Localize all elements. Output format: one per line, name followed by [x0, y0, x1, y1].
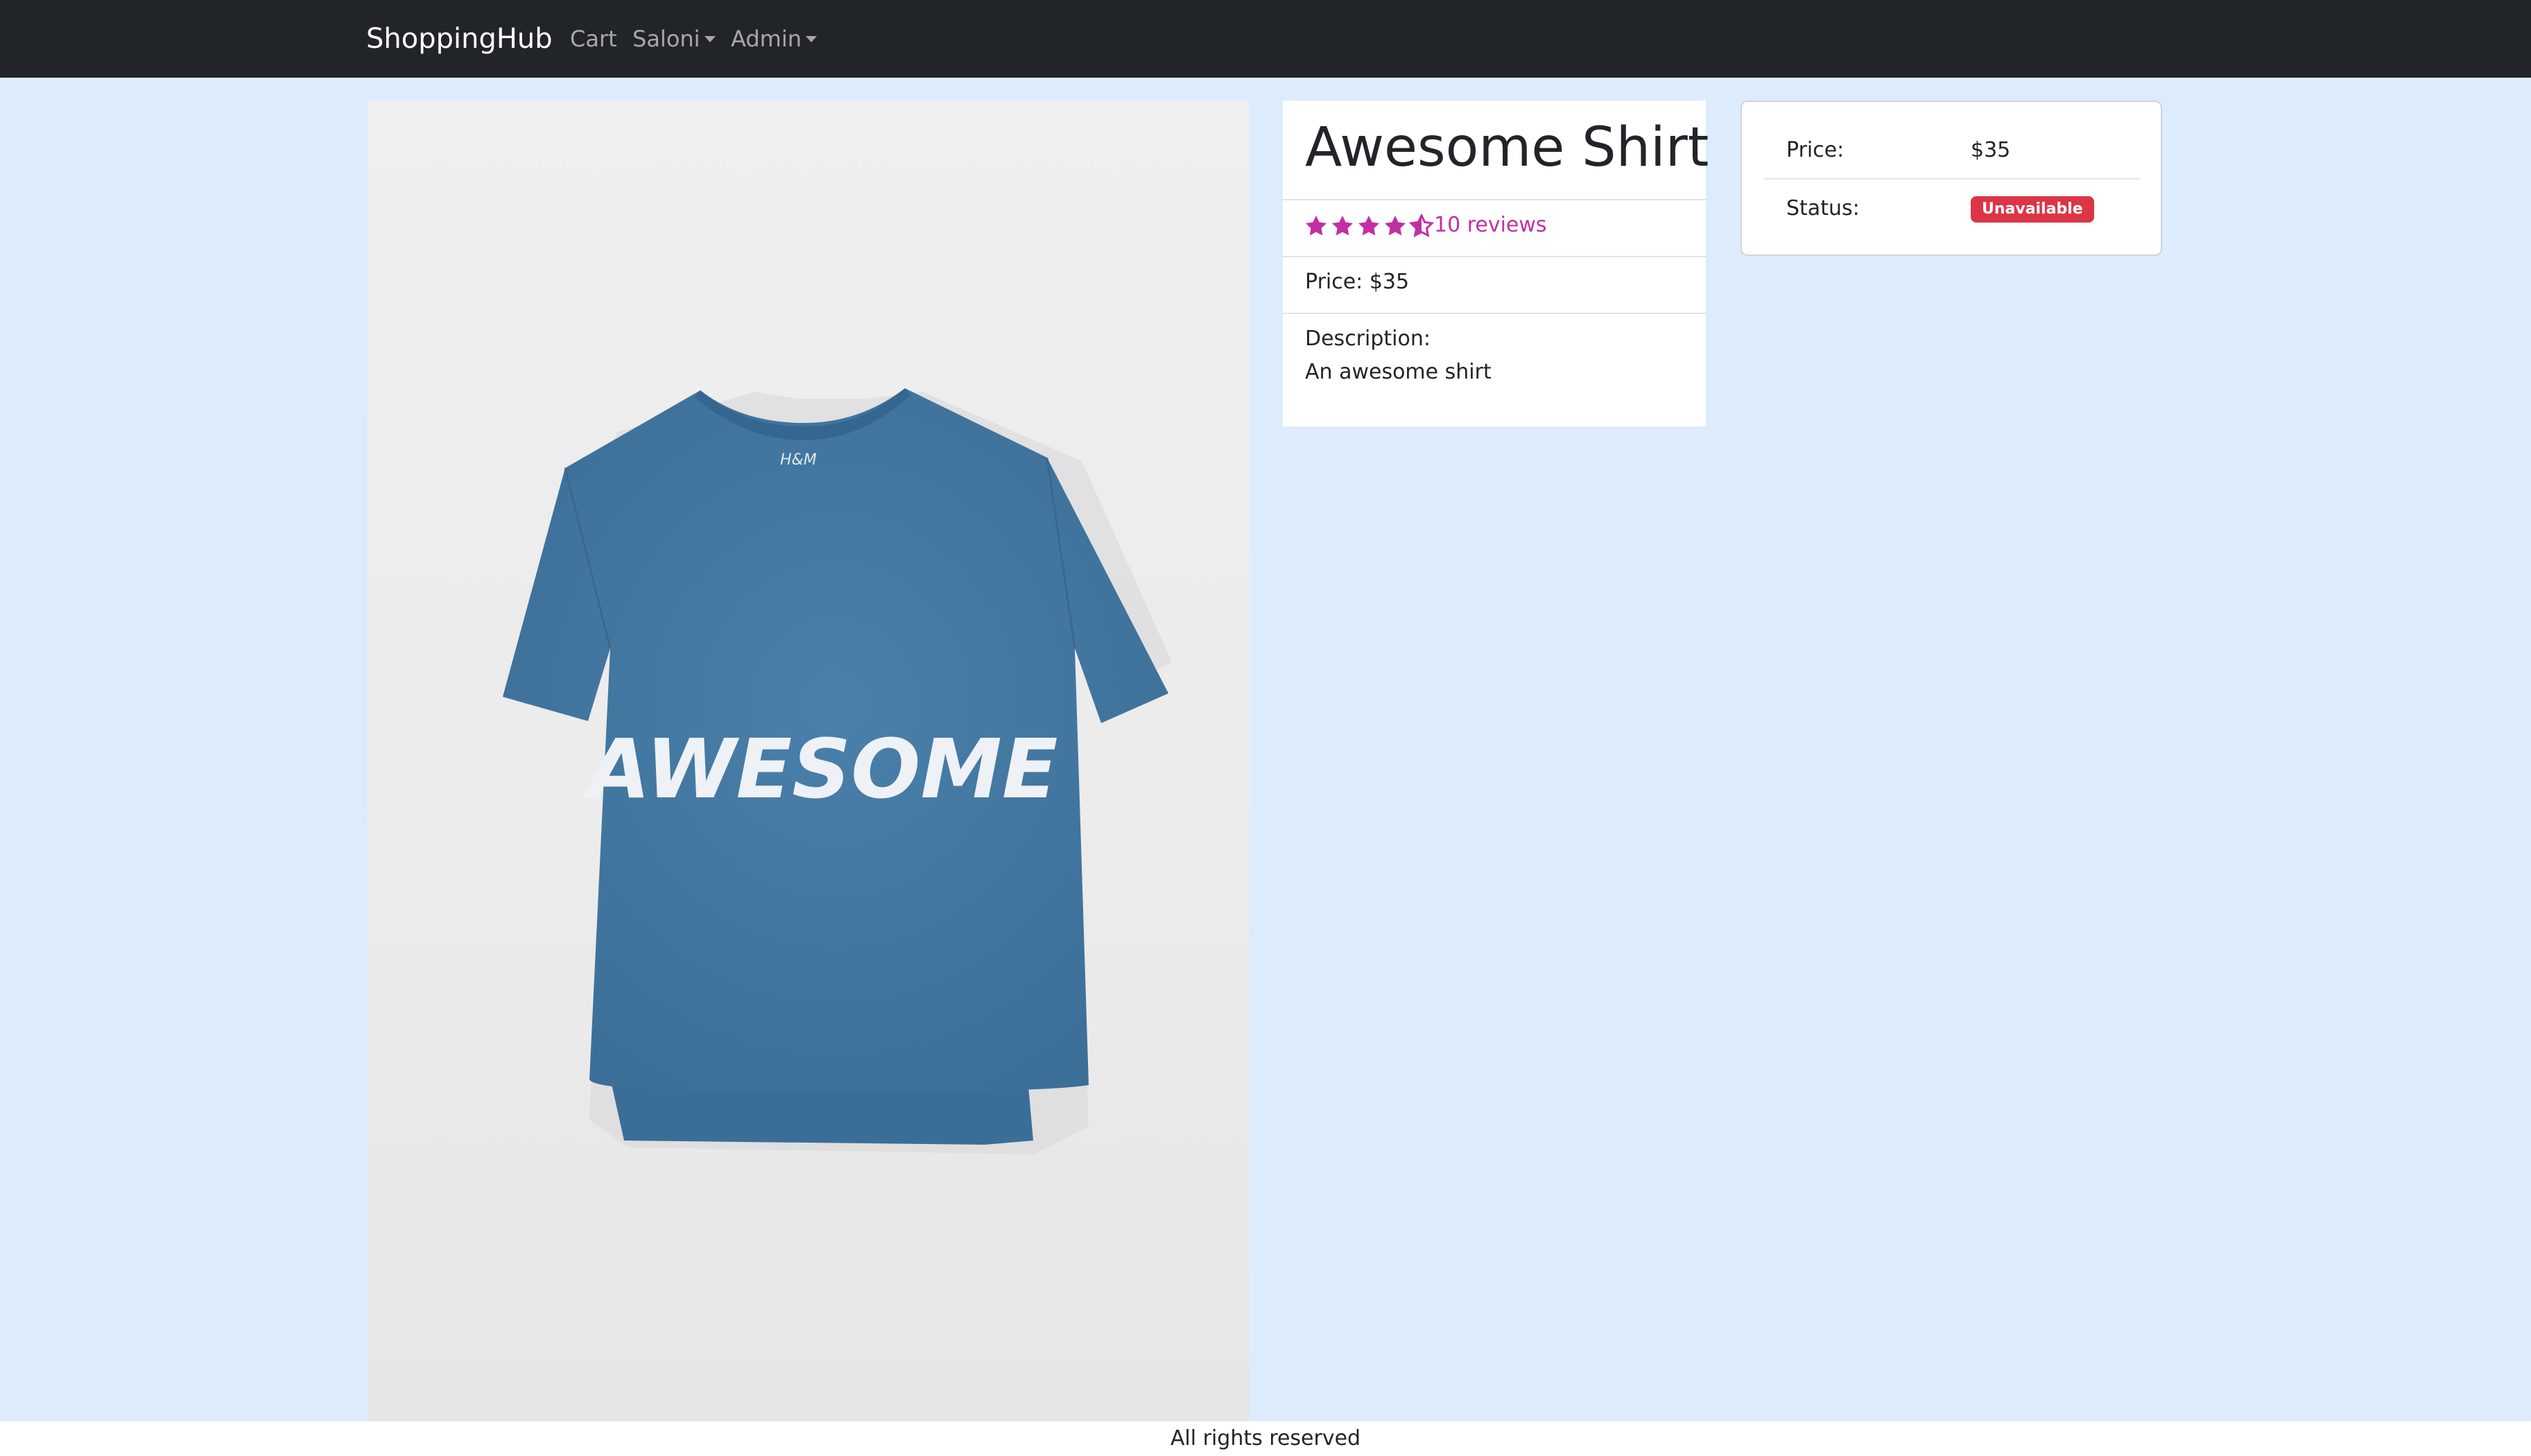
price-label: Price:: [1786, 138, 1845, 162]
product-image: H&M AWESOME: [368, 101, 1250, 1422]
divider: [1283, 199, 1706, 200]
description-text: An awesome shirt: [1305, 360, 1492, 384]
brand-link[interactable]: ShoppingHub: [366, 21, 553, 57]
description-label: Description:: [1305, 327, 1431, 351]
divider: [1283, 256, 1706, 257]
footer-text: All rights reserved: [1170, 1426, 1361, 1450]
status-label: Status:: [1786, 196, 1860, 220]
price-line: Price: $35: [1305, 270, 1410, 294]
nav-admin-label: Admin: [731, 26, 802, 52]
nav-cart-link[interactable]: Cart: [570, 24, 617, 54]
shirt-illustration: H&M AWESOME: [503, 388, 1172, 1154]
price-value: $35: [1971, 138, 2011, 162]
star-full-icon: [1332, 216, 1353, 236]
shirt-label-text: H&M: [780, 451, 817, 469]
product-title: Awesome Shirt: [1305, 116, 1709, 179]
reviews-link[interactable]: 10 reviews: [1434, 211, 1547, 239]
nav-saloni-label: Saloni: [632, 26, 700, 52]
footer: All rights reserved: [0, 1421, 2531, 1456]
shirt-print-text: AWESOME: [582, 721, 1058, 817]
nav-admin-dropdown[interactable]: Admin: [731, 24, 817, 54]
rating-stars: [1304, 214, 1434, 239]
star-full-icon: [1306, 216, 1327, 236]
purchase-card: Price: $35 Status: Unavailable: [1740, 101, 2162, 256]
star-full-icon: [1385, 216, 1406, 236]
status-badge: Unavailable: [1971, 196, 2094, 223]
divider: [1283, 313, 1706, 314]
divider: [1764, 178, 2140, 180]
nav-saloni-dropdown[interactable]: Saloni: [632, 24, 716, 54]
product-info-card: Awesome Shirt 10 reviews Price: $35 Desc…: [1283, 101, 1709, 426]
chevron-down-icon: [805, 36, 817, 42]
star-full-icon: [1358, 216, 1379, 236]
star-half-icon: [1409, 214, 1434, 238]
top-navbar: ShoppingHub Cart Saloni Admin: [0, 0, 2531, 78]
chevron-down-icon: [704, 36, 716, 42]
